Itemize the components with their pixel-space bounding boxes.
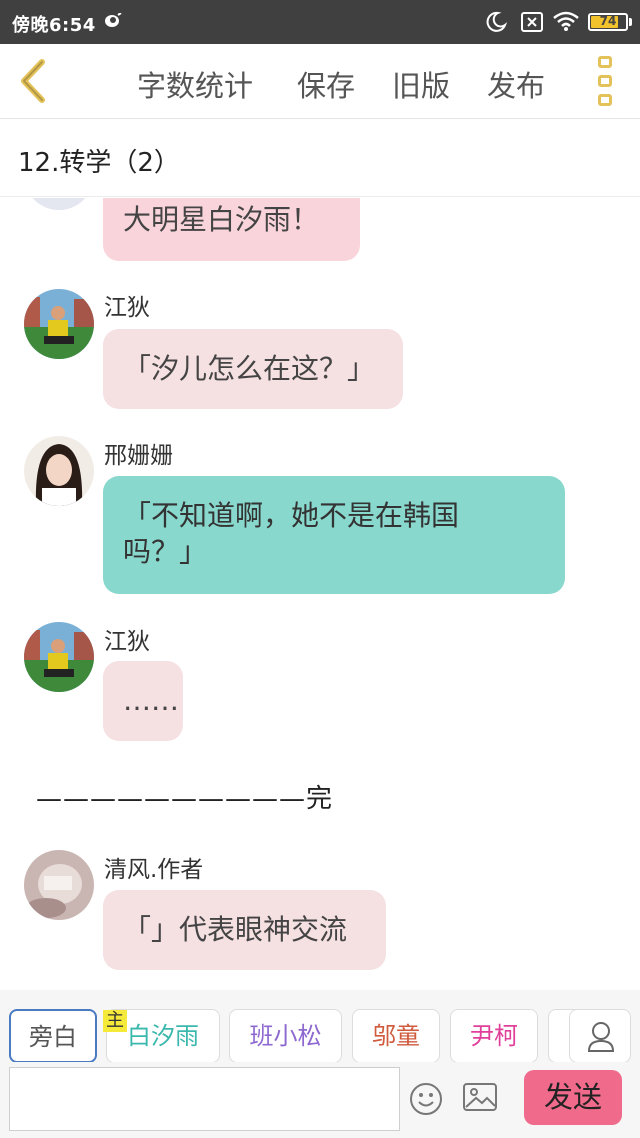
battery-tip — [629, 18, 632, 26]
user-icon — [587, 1022, 615, 1052]
character-name: 邬童 — [372, 1022, 420, 1050]
message-bubble[interactable]: 「汐儿怎么在这？」 — [103, 329, 403, 409]
input-bar: 发送 — [0, 1062, 640, 1138]
emoji-icon[interactable] — [409, 1082, 443, 1116]
avatar-photo — [24, 850, 94, 920]
character-narrator[interactable]: 旁白 — [9, 1009, 97, 1063]
word-count-button[interactable]: 字数统计 — [137, 63, 253, 105]
avatar-photo — [24, 289, 94, 359]
narration-text[interactable]: ——————————完 — [36, 778, 333, 815]
speaker-name: 江狄 — [104, 295, 150, 321]
status-bar: 傍晚6:54 74 — [0, 0, 640, 44]
wifi-icon — [553, 11, 579, 31]
message-text: 大明星白汐雨！ — [123, 203, 320, 236]
character-name: 白汐雨 — [127, 1022, 199, 1050]
avatar-photo — [24, 436, 94, 506]
character-name: 尹柯 — [470, 1022, 518, 1050]
avatar-xingshanshan[interactable] — [24, 436, 94, 506]
avatar-jiangdi[interactable] — [24, 622, 94, 692]
add-character-button[interactable] — [569, 1009, 631, 1063]
message-bubble[interactable]: …… — [103, 661, 183, 741]
more-dot — [598, 56, 612, 68]
message-bubble[interactable]: 大明星白汐雨！ — [103, 198, 360, 261]
avatar[interactable] — [24, 198, 94, 210]
message-input[interactable] — [9, 1067, 400, 1131]
chat-area[interactable]: 大明星白汐雨！ 江狄 「汐儿怎么在这？」 邢姗姗 「不知道啊，她不是在韩国 吗？… — [0, 198, 640, 990]
main-character-tag: 主 — [103, 1010, 127, 1032]
old-version-button[interactable]: 旧版 — [392, 63, 450, 105]
chapter-title: 12.转学（2） — [18, 148, 180, 178]
character-banxiaosong[interactable]: 班小松 — [229, 1009, 342, 1063]
message-text: 「」代表眼神交流 — [123, 913, 348, 946]
character-name: 班小松 — [249, 1022, 322, 1050]
chapter-title-bar[interactable]: 12.转学（2） — [0, 120, 640, 197]
avatar-jiangdi[interactable] — [24, 289, 94, 359]
sim-off-icon — [521, 12, 543, 32]
eye-icon — [105, 13, 122, 27]
more-menu-icon[interactable] — [592, 56, 618, 108]
speaker-name: 江狄 — [104, 629, 150, 655]
status-time: 傍晚6:54 — [12, 15, 96, 36]
speaker-name: 清风.作者 — [104, 857, 204, 883]
more-dot — [598, 75, 612, 87]
message-text-line: 吗？」 — [123, 535, 208, 568]
message-text: …… — [123, 684, 179, 717]
avatar-photo — [24, 622, 94, 692]
moon-icon — [486, 11, 508, 32]
message-text: 「汐儿怎么在这？」 — [123, 352, 376, 385]
message-text-line: 「不知道啊，她不是在韩国 — [123, 499, 460, 532]
send-button[interactable]: 发送 — [524, 1070, 622, 1125]
battery-indicator: 74 — [588, 13, 628, 31]
character-selector: 旁白 白汐雨 主 班小松 邬童 尹柯 — [0, 990, 640, 1063]
avatar-author[interactable] — [24, 850, 94, 920]
publish-button[interactable]: 发布 — [487, 63, 545, 105]
speaker-name: 邢姗姗 — [104, 443, 173, 469]
back-arrow-icon[interactable] — [12, 56, 58, 106]
message-bubble[interactable]: 「不知道啊，她不是在韩国 吗？」 — [103, 476, 565, 594]
character-yinke[interactable]: 尹柯 — [450, 1009, 538, 1063]
battery-level-text: 74 — [599, 14, 617, 28]
message-bubble[interactable]: 「」代表眼神交流 — [103, 890, 386, 970]
more-dot — [598, 94, 612, 106]
editor-toolbar: 字数统计 保存 旧版 发布 — [0, 44, 640, 119]
save-button[interactable]: 保存 — [297, 63, 355, 105]
image-icon[interactable] — [463, 1082, 497, 1112]
character-wutong[interactable]: 邬童 — [352, 1009, 440, 1063]
